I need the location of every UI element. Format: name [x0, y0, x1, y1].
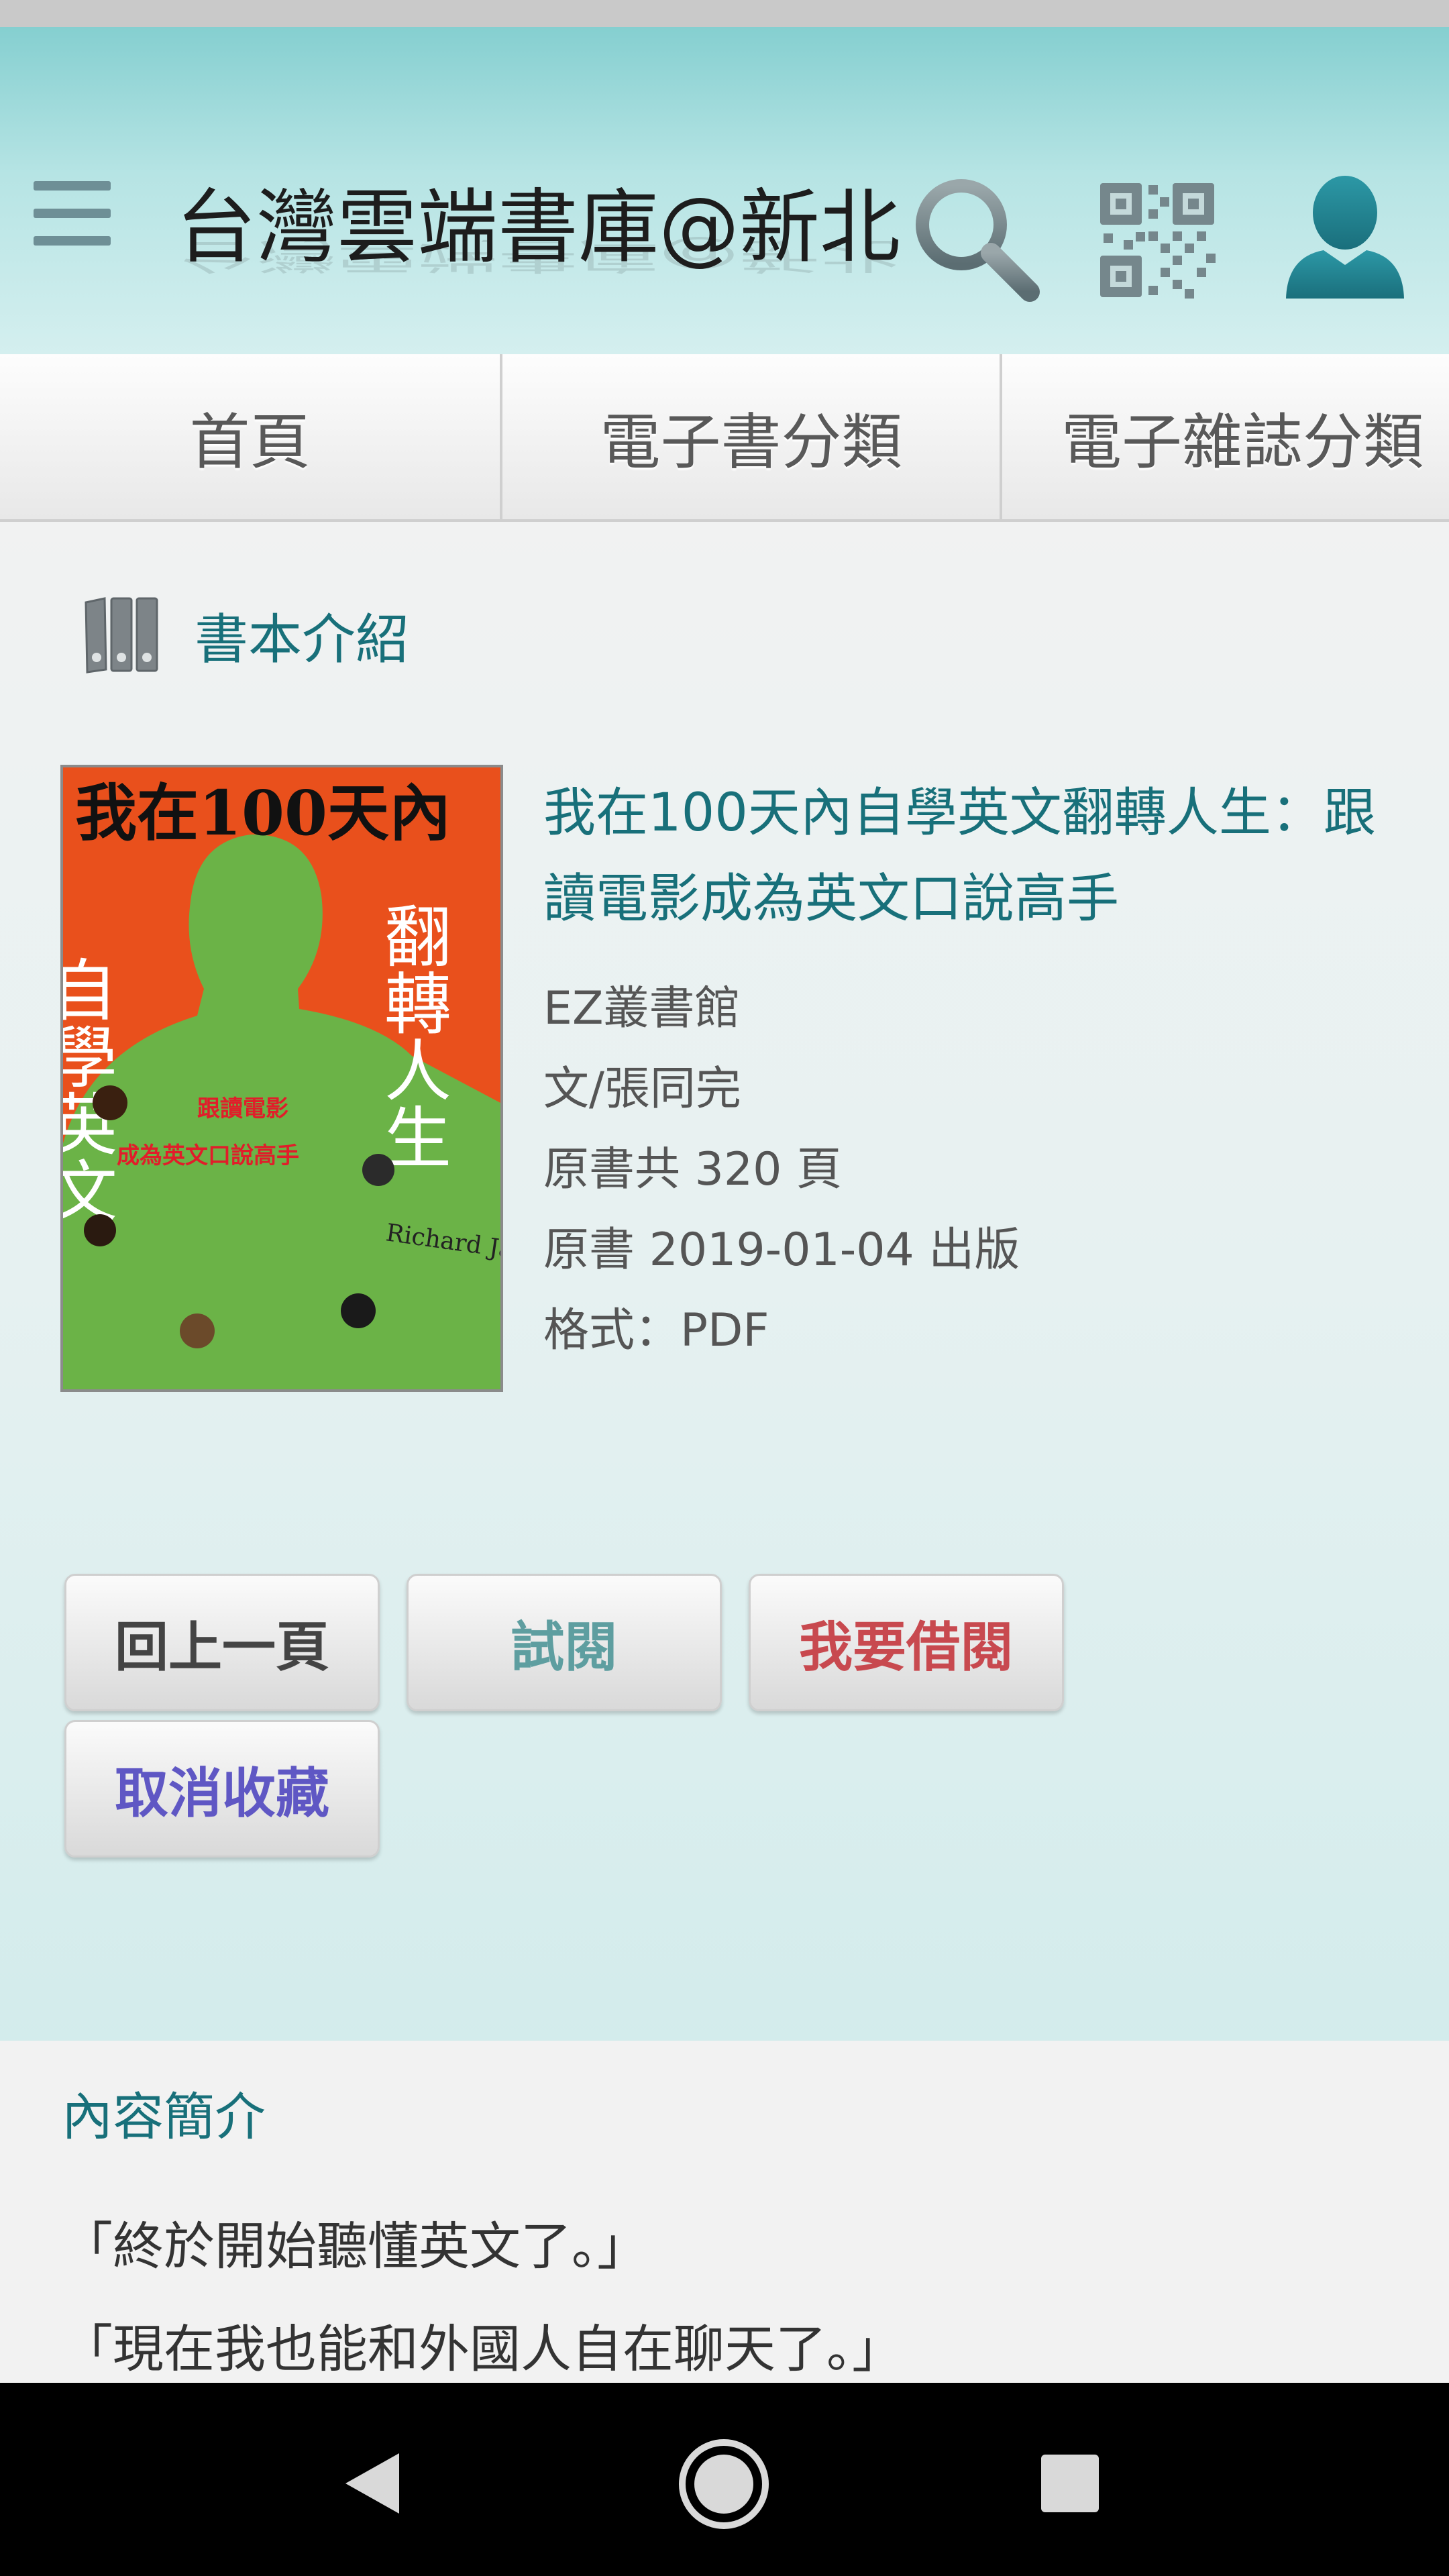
book-title: 我在100天內自學英文翻轉人生：跟讀電影成為英文口說高手 [543, 783, 1376, 929]
back-button[interactable]: 回上一頁 [64, 1574, 380, 1711]
book-published-date: 原書 2019-01-04 出版 [543, 1224, 1020, 1277]
user-icon[interactable] [1278, 171, 1412, 305]
app-header: 台灣雲端書庫@新北 台灣雲端書庫@新北 [0, 27, 1449, 354]
cover-subtitle-2: 成為英文口說高手 [117, 1142, 299, 1169]
qr-code-icon[interactable] [1097, 180, 1218, 304]
tab-home[interactable]: 首頁 [0, 354, 500, 519]
borrow-button[interactable]: 我要借閱 [749, 1574, 1064, 1711]
book-detail: 書本介紹 我在100天內 自學英文 翻轉人生 跟讀電影 成為英文口說高手 Ric… [0, 522, 1449, 2041]
main-tabs: 首頁 電子書分類 電子雜誌分類 [0, 354, 1449, 522]
book-cover[interactable]: 我在100天內 自學英文 翻轉人生 跟讀電影 成為英文口說高手 Richard … [60, 765, 503, 1392]
book-series: EZ叢書館 [543, 982, 741, 1035]
section-header: 書本介紹 [79, 596, 409, 675]
back-nav-icon[interactable] [342, 2450, 402, 2517]
book-author: 文/張同完 [543, 1063, 741, 1116]
cover-subtitle-1: 跟讀電影 [197, 1095, 288, 1122]
book-format: 格式：PDF [543, 1304, 769, 1357]
tab-ebook-categories[interactable]: 電子書分類 [500, 354, 1000, 519]
menu-icon[interactable] [34, 181, 111, 248]
recents-nav-icon[interactable] [1040, 2453, 1100, 2514]
preview-button[interactable]: 試閱 [407, 1574, 722, 1711]
status-bar [0, 0, 1449, 27]
cover-title-top: 我在100天內 [75, 777, 451, 849]
cover-title-right: 翻轉人生 [373, 902, 451, 1170]
tab-emagazine-categories[interactable]: 電子雜誌分類 [1000, 354, 1449, 519]
summary-title: 內容簡介 [62, 2087, 266, 2147]
search-icon[interactable] [909, 171, 1043, 305]
book-meta: EZ叢書館 文/張同完 原書共 320 頁 原書 2019-01-04 出版 格… [543, 969, 1402, 1371]
content-summary: 內容簡介 「終於開始聽懂英文了。」 「現在我也能和外國人自在聊天了。」 [0, 2041, 1449, 2383]
book-info: 我在100天內自學英文翻轉人生：跟讀電影成為英文口說高手 EZ叢書館 文/張同完… [543, 770, 1402, 1371]
app-title-reflection: 台灣雲端書庫@新北 [176, 234, 900, 276]
home-nav-icon[interactable] [678, 2438, 770, 2530]
summary-line: 「現在我也能和外國人自在聊天了。」 [62, 2319, 903, 2379]
books-icon [85, 597, 158, 674]
section-title: 書本介紹 [195, 608, 409, 671]
unfavorite-button[interactable]: 取消收藏 [64, 1720, 380, 1858]
book-pages: 原書共 320 頁 [543, 1143, 843, 1196]
system-nav-bar [0, 2383, 1449, 2576]
summary-line: 「終於開始聽懂英文了。」 [62, 2216, 648, 2276]
